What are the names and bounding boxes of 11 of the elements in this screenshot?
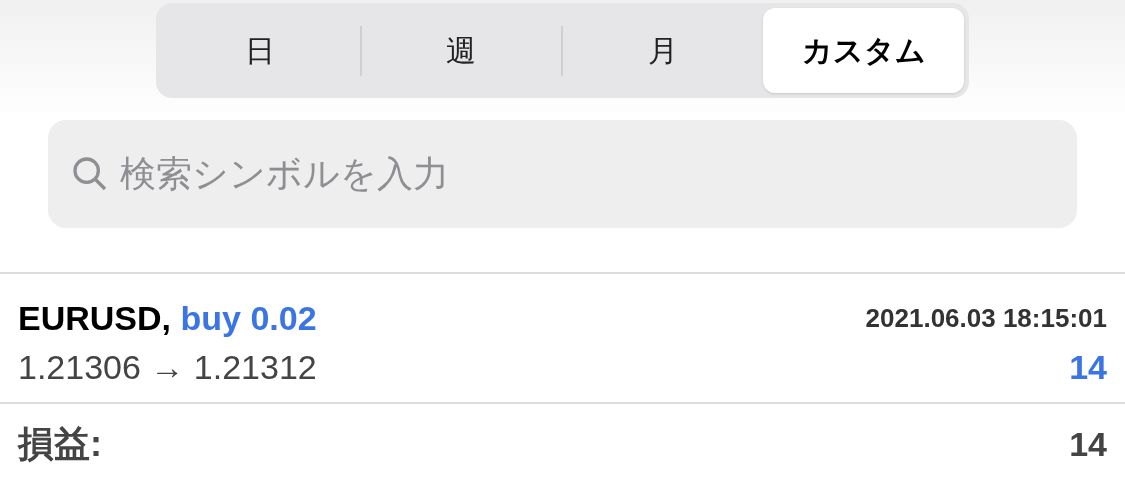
trade-title: EURUSD, buy 0.02 bbox=[18, 297, 317, 339]
trade-prices: 1.21306 → 1.21312 bbox=[18, 346, 317, 388]
period-tab[interactable]: 日 bbox=[161, 8, 360, 93]
period-tab[interactable]: 月 bbox=[562, 8, 764, 93]
summary-label: 損益: bbox=[18, 422, 102, 466]
summary-value: 14 bbox=[1069, 423, 1107, 465]
search-field[interactable]: 検索シンボルを入力 bbox=[48, 120, 1077, 228]
period-tab[interactable]: 週 bbox=[361, 8, 561, 93]
trade-profit: 14 bbox=[1069, 346, 1107, 388]
trade-time: 2021.06.03 18:15:01 bbox=[865, 301, 1107, 335]
period-tab[interactable]: カスタム bbox=[763, 8, 964, 93]
